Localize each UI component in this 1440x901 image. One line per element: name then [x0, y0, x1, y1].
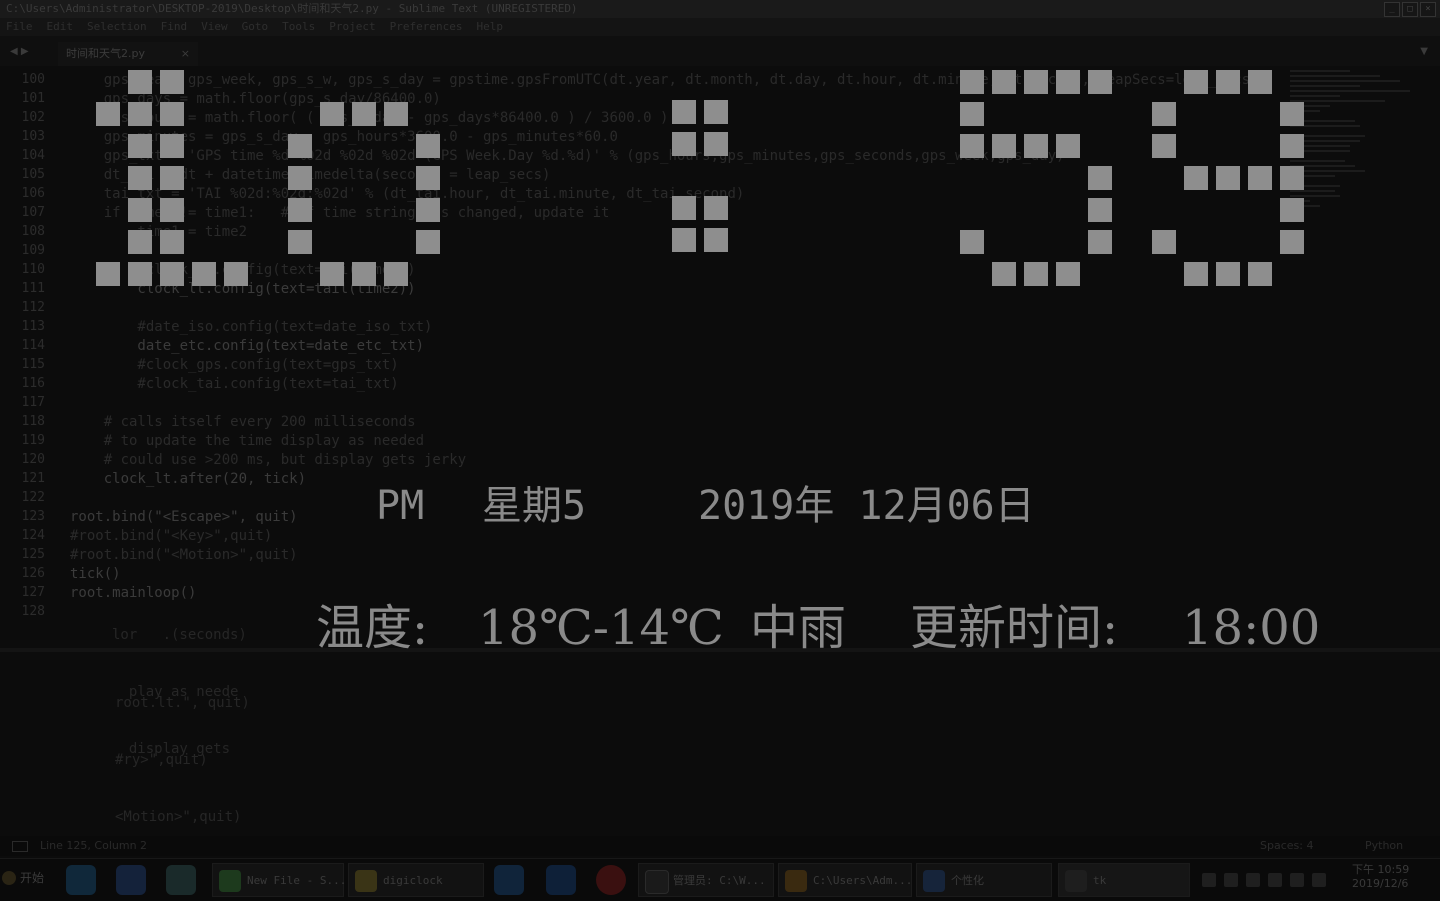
digit-pixel	[1024, 134, 1048, 158]
colon-pixel	[672, 132, 696, 156]
colon-pixel	[704, 100, 728, 124]
digit-pixel	[1248, 166, 1272, 190]
digit-pixel	[96, 102, 120, 126]
digit-pixel	[160, 134, 184, 158]
digit-pixel	[128, 166, 152, 190]
colon-pixel	[672, 228, 696, 252]
colon-pixel	[704, 132, 728, 156]
colon-pixel	[704, 228, 728, 252]
digit-pixel	[1024, 70, 1048, 94]
colon-pixel	[672, 196, 696, 220]
digit-pixel	[160, 70, 184, 94]
digit-pixel	[384, 102, 408, 126]
digit-pixel	[128, 262, 152, 286]
digit-pixel	[384, 262, 408, 286]
digit-pixel	[352, 262, 376, 286]
temperature-value: 18℃-14℃	[478, 600, 724, 656]
digit-pixel	[416, 198, 440, 222]
digit-pixel	[1280, 198, 1304, 222]
digit-pixel	[960, 230, 984, 254]
digit-pixel	[1088, 198, 1112, 222]
digit-pixel	[1152, 102, 1176, 126]
digit-pixel	[224, 262, 248, 286]
digit-pixel	[96, 262, 120, 286]
digit-pixel	[1088, 70, 1112, 94]
colon-pixel	[704, 196, 728, 220]
digit-pixel	[1184, 262, 1208, 286]
digit-pixel	[960, 102, 984, 126]
digit-pixel	[320, 262, 344, 286]
digit-pixel	[1088, 230, 1112, 254]
digit-pixel	[1280, 166, 1304, 190]
temperature-label: 温度:	[316, 600, 429, 656]
digit-pixel	[128, 198, 152, 222]
update-time-label: 更新时间:	[910, 600, 1119, 656]
digit-pixel	[1056, 70, 1080, 94]
colon-pixel	[672, 100, 696, 124]
digit-pixel	[416, 230, 440, 254]
digit-pixel	[992, 70, 1016, 94]
digit-pixel	[1248, 70, 1272, 94]
hour-tens-digit	[96, 70, 256, 294]
minute-ones-digit	[1152, 70, 1312, 294]
digit-pixel	[192, 262, 216, 286]
digit-pixel	[128, 134, 152, 158]
digit-pixel	[1248, 262, 1272, 286]
date-label: 2019年 12月06日	[698, 483, 1035, 529]
digit-pixel	[960, 134, 984, 158]
digit-pixel	[1280, 102, 1304, 126]
digit-pixel	[1184, 70, 1208, 94]
weather-condition: 中雨	[750, 600, 847, 656]
digit-pixel	[1024, 262, 1048, 286]
digit-pixel	[1056, 134, 1080, 158]
digit-pixel	[128, 70, 152, 94]
digit-pixel	[1216, 70, 1240, 94]
weekday-label: 星期5	[482, 483, 587, 529]
digit-pixel	[1216, 166, 1240, 190]
digit-pixel	[1056, 262, 1080, 286]
digit-pixel	[288, 166, 312, 190]
digit-pixel	[160, 230, 184, 254]
digit-pixel	[1088, 166, 1112, 190]
digit-pixel	[288, 198, 312, 222]
digit-pixel	[160, 166, 184, 190]
update-time-value: 18:00	[1182, 600, 1321, 656]
digit-pixel	[1280, 230, 1304, 254]
digit-pixel	[992, 134, 1016, 158]
digit-pixel	[1152, 230, 1176, 254]
digit-pixel	[960, 70, 984, 94]
digit-pixel	[128, 230, 152, 254]
digit-pixel	[128, 102, 152, 126]
minute-tens-digit	[960, 70, 1120, 294]
ampm-label: PM	[376, 483, 425, 529]
digit-pixel	[1152, 134, 1176, 158]
digit-pixel	[992, 262, 1016, 286]
digit-pixel	[416, 134, 440, 158]
digit-pixel	[1216, 262, 1240, 286]
digit-pixel	[160, 102, 184, 126]
digit-pixel	[288, 230, 312, 254]
digit-pixel	[416, 166, 440, 190]
digit-pixel	[1280, 134, 1304, 158]
digit-pixel	[320, 102, 344, 126]
digit-pixel	[288, 134, 312, 158]
digit-pixel	[1184, 166, 1208, 190]
digit-pixel	[352, 102, 376, 126]
digit-pixel	[160, 198, 184, 222]
clock-overlay: PM 星期5 2019年 12月06日 温度: 18℃-14℃ 中雨 更新时间:…	[0, 0, 1440, 900]
hour-ones-digit	[288, 70, 448, 294]
digit-pixel	[160, 262, 184, 286]
